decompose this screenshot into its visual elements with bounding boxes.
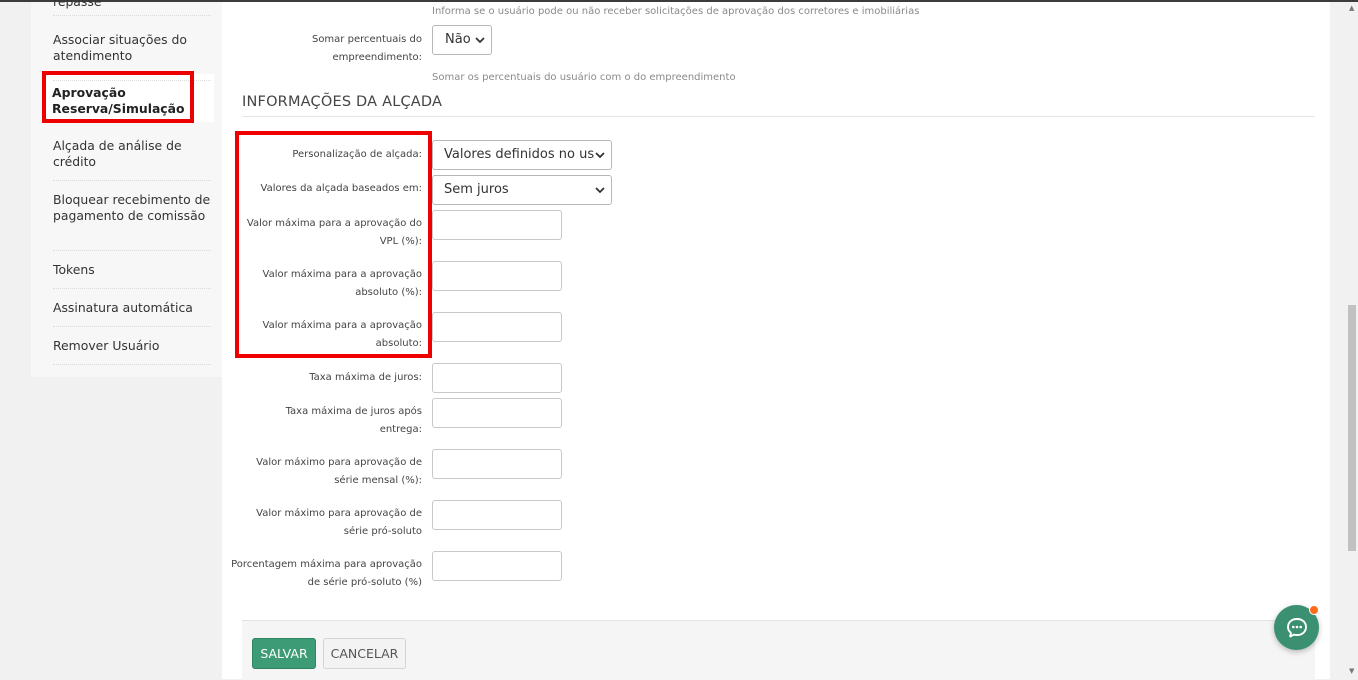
sidebar-item-label: Alçada de análise de crédito: [53, 138, 182, 169]
highlight-box-sidebar: [42, 71, 194, 123]
notification-dot: [1309, 605, 1319, 615]
absoluto-input[interactable]: [432, 312, 562, 342]
section-divider: [242, 116, 1315, 117]
sidebar-item-remover-usuario[interactable]: Remover Usuário: [53, 338, 211, 365]
sidebar-item-alcada-credito[interactable]: Alçada de análise de crédito: [53, 138, 211, 181]
sidebar-item-label: repasse: [53, 0, 102, 9]
porcentagem-pro-soluto-input[interactable]: [432, 551, 562, 581]
sum-percentages-select[interactable]: Não: [432, 25, 492, 55]
sidebar-item-label: Remover Usuário: [53, 338, 160, 353]
taxa-juros-label: Taxa máxima de juros:: [309, 372, 422, 383]
save-button[interactable]: SALVAR: [252, 638, 316, 669]
sidebar-item-label: Associar situações do atendimento: [53, 32, 187, 63]
scroll-up-arrow-icon[interactable]: ▲: [1349, 4, 1354, 12]
personalizacao-select[interactable]: Valores definidos no us: [432, 140, 612, 170]
sidebar-item-label: Tokens: [53, 262, 95, 277]
porcentagem-pro-soluto-label: Porcentagem máxima para aprovação de sér…: [231, 559, 422, 588]
scroll-down-arrow-icon[interactable]: ▼: [1349, 667, 1354, 675]
chevron-down-icon: [593, 176, 607, 204]
approval-help-text: Informa se o usuário pode ou não receber…: [432, 6, 920, 17]
vpl-input[interactable]: [432, 210, 562, 240]
baseados-value: Sem juros: [444, 182, 509, 197]
sidebar-item-label: Bloquear recebimento de pagamento de com…: [53, 192, 211, 223]
serie-mensal-label: Valor máximo para aprovação de série men…: [256, 457, 422, 486]
sidebar-item-repasse[interactable]: repasse: [53, 0, 211, 16]
absoluto-pct-input[interactable]: [432, 261, 562, 291]
chevron-down-icon: [473, 26, 487, 54]
taxa-juros-entrega-label: Taxa máxima de juros após entrega:: [285, 406, 422, 435]
highlight-box-fields: [235, 131, 432, 358]
personalizacao-value: Valores definidos no us: [444, 147, 595, 162]
sum-percentages-help: Somar os percentuais do usuário com o do…: [432, 72, 736, 83]
cancel-button[interactable]: CANCELAR: [323, 638, 406, 669]
serie-mensal-input[interactable]: [432, 449, 562, 479]
baseados-select[interactable]: Sem juros: [432, 175, 612, 205]
sidebar-item-tokens[interactable]: Tokens: [53, 262, 211, 289]
sidebar-item-label: Assinatura automática: [53, 300, 193, 315]
sidebar-item-bloquear-recebimento[interactable]: Bloquear recebimento de pagamento de com…: [53, 192, 211, 251]
taxa-juros-entrega-input[interactable]: [432, 398, 562, 428]
sum-percentages-label: Somar percentuais do empreendimento:: [311, 34, 422, 63]
sidebar-item-assinatura-automatica[interactable]: Assinatura automática: [53, 300, 211, 327]
sum-percentages-value: Não: [445, 32, 471, 47]
chat-bubble-icon: [1286, 617, 1307, 637]
chevron-down-icon: [593, 141, 607, 169]
serie-pro-soluto-label: Valor máximo para aprovação de série pró…: [256, 508, 422, 537]
serie-pro-soluto-input[interactable]: [432, 500, 562, 530]
taxa-juros-input[interactable]: [432, 363, 562, 393]
scrollbar-thumb[interactable]: [1348, 305, 1356, 551]
section-title: INFORMAÇÕES DA ALÇADA: [242, 94, 443, 110]
